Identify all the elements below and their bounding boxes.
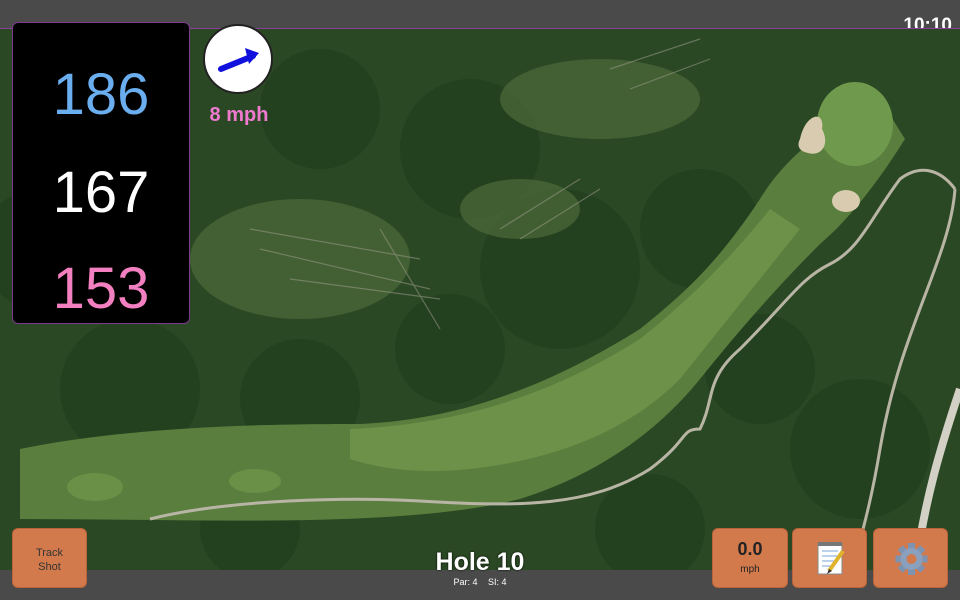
middle-distance: 167 bbox=[52, 160, 150, 225]
hole-details: Par: 4 SI: 4 bbox=[380, 577, 580, 587]
wind-button-value: 0.0 bbox=[737, 539, 763, 559]
notepad-icon bbox=[817, 542, 845, 575]
wind-direction-indicator bbox=[203, 24, 273, 94]
hole-par: Par: 4 bbox=[453, 577, 478, 587]
distance-panel: 186 167 153 bbox=[12, 22, 190, 324]
front-distance: 153 bbox=[52, 256, 150, 321]
wind-speed-button[interactable]: 0.0 mph bbox=[712, 528, 788, 588]
track-shot-button[interactable]: Track Shot bbox=[12, 528, 87, 588]
track-shot-label-line1: Track bbox=[35, 547, 64, 559]
notes-button[interactable] bbox=[792, 528, 867, 588]
hole-title: Hole 10 bbox=[435, 548, 525, 576]
wind-speed: 8 mph bbox=[209, 104, 269, 126]
settings-button[interactable] bbox=[873, 528, 948, 588]
track-shot-label-line2: Shot bbox=[38, 561, 61, 573]
arrow-up-right-icon bbox=[218, 48, 259, 72]
hole-stroke-index: SI: 4 bbox=[488, 577, 507, 587]
wind-button-unit: mph bbox=[740, 564, 760, 575]
gear-icon bbox=[895, 543, 928, 575]
back-distance: 186 bbox=[52, 62, 150, 127]
